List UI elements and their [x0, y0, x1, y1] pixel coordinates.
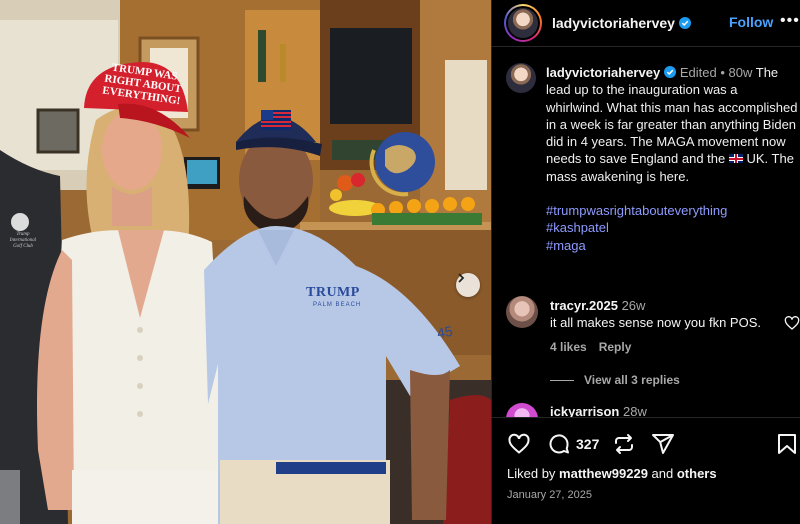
shirt-logo: TRUMP — [306, 285, 360, 300]
more-icon[interactable]: ••• — [780, 12, 800, 30]
comment-icon[interactable] — [547, 432, 571, 456]
chevron-right-icon — [458, 273, 465, 283]
liked-by-user[interactable]: matthew99229 — [559, 466, 648, 481]
verified-icon — [664, 66, 677, 78]
photo-illustration — [0, 0, 491, 524]
caption-username[interactable]: ladyvictoriahervey — [546, 65, 660, 80]
comment-actions: 4 likes Reply — [550, 340, 643, 354]
liked-by-others[interactable]: others — [677, 466, 717, 481]
uk-flag-icon — [728, 154, 743, 164]
hashtag-link[interactable]: #kashpatel — [546, 219, 798, 236]
comment-reply-button[interactable]: Reply — [599, 340, 632, 354]
bookmark-icon[interactable] — [777, 432, 797, 456]
post-header: ladyvictoriahervey Follow ••• — [492, 0, 800, 46]
author-username[interactable]: ladyvictoriahervey — [552, 15, 691, 31]
comment: ickyarrison 28w — [550, 404, 647, 417]
comment: tracyr.2025 26w it all makes sense now y… — [550, 297, 761, 331]
commenter-username[interactable]: ickyarrison — [550, 404, 619, 417]
caption-avatar[interactable] — [506, 63, 536, 93]
comment-age: 28w — [623, 404, 647, 417]
comment-text: it all makes sense now you fkn POS. — [550, 315, 761, 330]
commenter-avatar[interactable] — [506, 296, 538, 328]
verified-icon — [678, 17, 691, 29]
follow-button[interactable]: Follow — [729, 14, 773, 30]
edited-label: Edited — [679, 65, 717, 80]
jacket-logo: Trump International Golf Club — [9, 232, 37, 249]
commenter-avatar[interactable] — [506, 403, 538, 417]
comment-count: 327 — [576, 436, 600, 452]
view-replies-button[interactable]: View all 3 replies — [550, 373, 680, 387]
share-icon[interactable] — [651, 432, 675, 456]
repost-icon[interactable] — [612, 432, 636, 456]
comment-like-heart-icon[interactable] — [784, 315, 800, 331]
shirt-logo-sub: PALM BEACH — [313, 302, 362, 308]
comment-age: 26w — [621, 298, 646, 313]
caption: ladyvictoriahervey Edited • 80w The lead… — [546, 65, 798, 254]
post-side-panel: ladyvictoriahervey Follow ••• ladyvictor… — [492, 0, 800, 524]
post-actions: 327 Liked by matthew99229 and others Jan… — [492, 418, 800, 524]
author-avatar-ring[interactable] — [504, 4, 542, 42]
hashtag-link[interactable]: #trumpwasrightabouteverything — [546, 202, 798, 219]
replies-dash — [550, 379, 574, 381]
heart-icon[interactable] — [507, 432, 531, 456]
comment-likes-count[interactable]: 4 likes — [550, 340, 587, 354]
author-avatar[interactable] — [508, 8, 538, 38]
post-age: 80w — [728, 65, 753, 80]
post-date: January 27, 2025 — [507, 489, 593, 501]
next-slide-button[interactable] — [456, 273, 480, 297]
hashtag-link[interactable]: #maga — [546, 237, 798, 254]
comments-section[interactable]: ladyvictoriahervey Edited • 80w The lead… — [492, 47, 800, 417]
liked-by: Liked by matthew99229 and others — [507, 466, 717, 481]
sleeve-number: 45 — [435, 322, 454, 342]
post-photo[interactable]: TRUMP WAS RIGHT ABOUT EVERYTHING! TRUMP … — [0, 0, 491, 524]
commenter-username[interactable]: tracyr.2025 — [550, 298, 618, 313]
